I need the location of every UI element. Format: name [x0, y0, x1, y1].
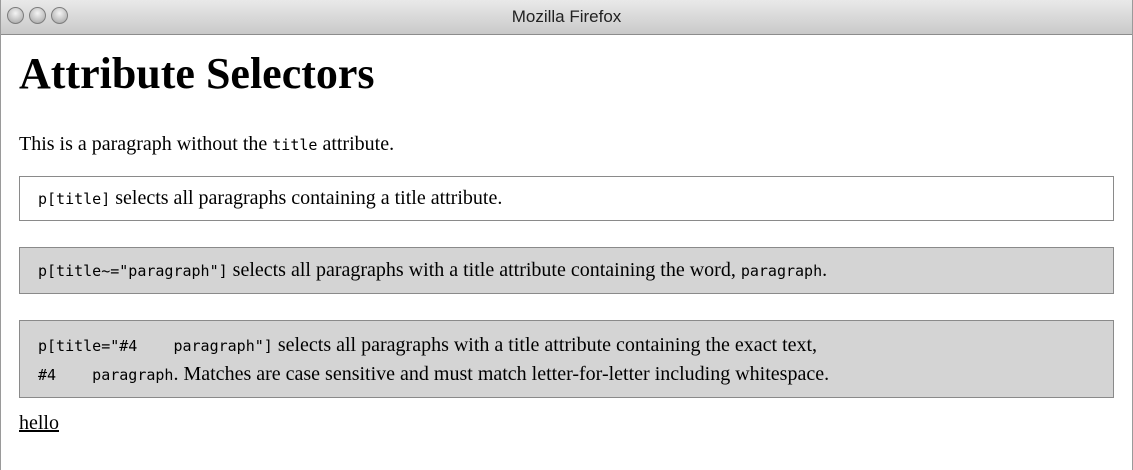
p3-code2: #4 paragraph	[38, 366, 174, 384]
paragraph-exact-selector: p[title="#4 paragraph"] selects all para…	[19, 320, 1114, 398]
page-heading: Attribute Selectors	[19, 49, 375, 98]
p2-code2: paragraph	[740, 262, 823, 280]
paragraph-without-title: This is a paragraph without the title at…	[19, 131, 1114, 158]
p1-text: selects all paragraphs containing a titl…	[110, 187, 503, 209]
page-content: Attribute Selectors This is a paragraph …	[1, 47, 1132, 435]
window-title: Mozilla Firefox	[511, 7, 622, 26]
hello-link[interactable]: hello	[19, 412, 59, 435]
paragraph-word-selector: p[title~="paragraph"] selects all paragr…	[19, 247, 1114, 294]
p0-text-before: This is a paragraph without the	[19, 133, 273, 155]
p3-text-after: . Matches are case sensitive and must ma…	[173, 363, 830, 385]
p2-text-after: .	[822, 259, 828, 281]
p2-code: p[title~="paragraph"]	[38, 262, 228, 280]
p3-code: p[title="#4 paragraph"]	[38, 337, 273, 355]
p0-text-after: attribute.	[317, 133, 395, 155]
p0-code: title	[272, 136, 318, 154]
p2-text: selects all paragraphs with a title attr…	[227, 259, 741, 281]
browser-window: Mozilla Firefox Attribute Selectors This…	[0, 0, 1133, 470]
p1-code: p[title]	[38, 190, 111, 208]
p3-text: selects all paragraphs with a title attr…	[272, 334, 818, 356]
paragraph-title-selector: p[title] selects all paragraphs containi…	[19, 176, 1114, 221]
title-bar: Mozilla Firefox	[1, 0, 1132, 35]
